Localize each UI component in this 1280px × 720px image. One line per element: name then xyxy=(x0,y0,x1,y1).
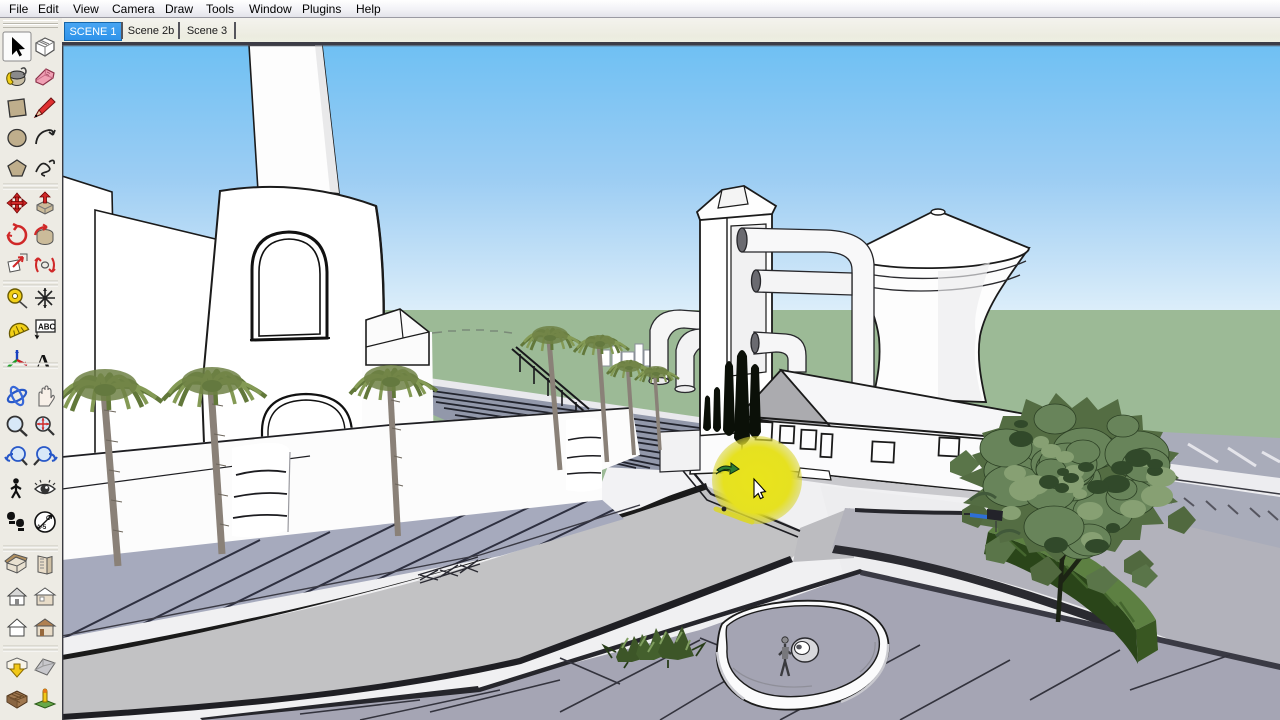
svg-text:ABC: ABC xyxy=(38,323,56,332)
svg-text:A: A xyxy=(36,351,51,373)
svg-text:C: C xyxy=(46,516,51,522)
svg-text:A-5: A-5 xyxy=(37,525,47,531)
